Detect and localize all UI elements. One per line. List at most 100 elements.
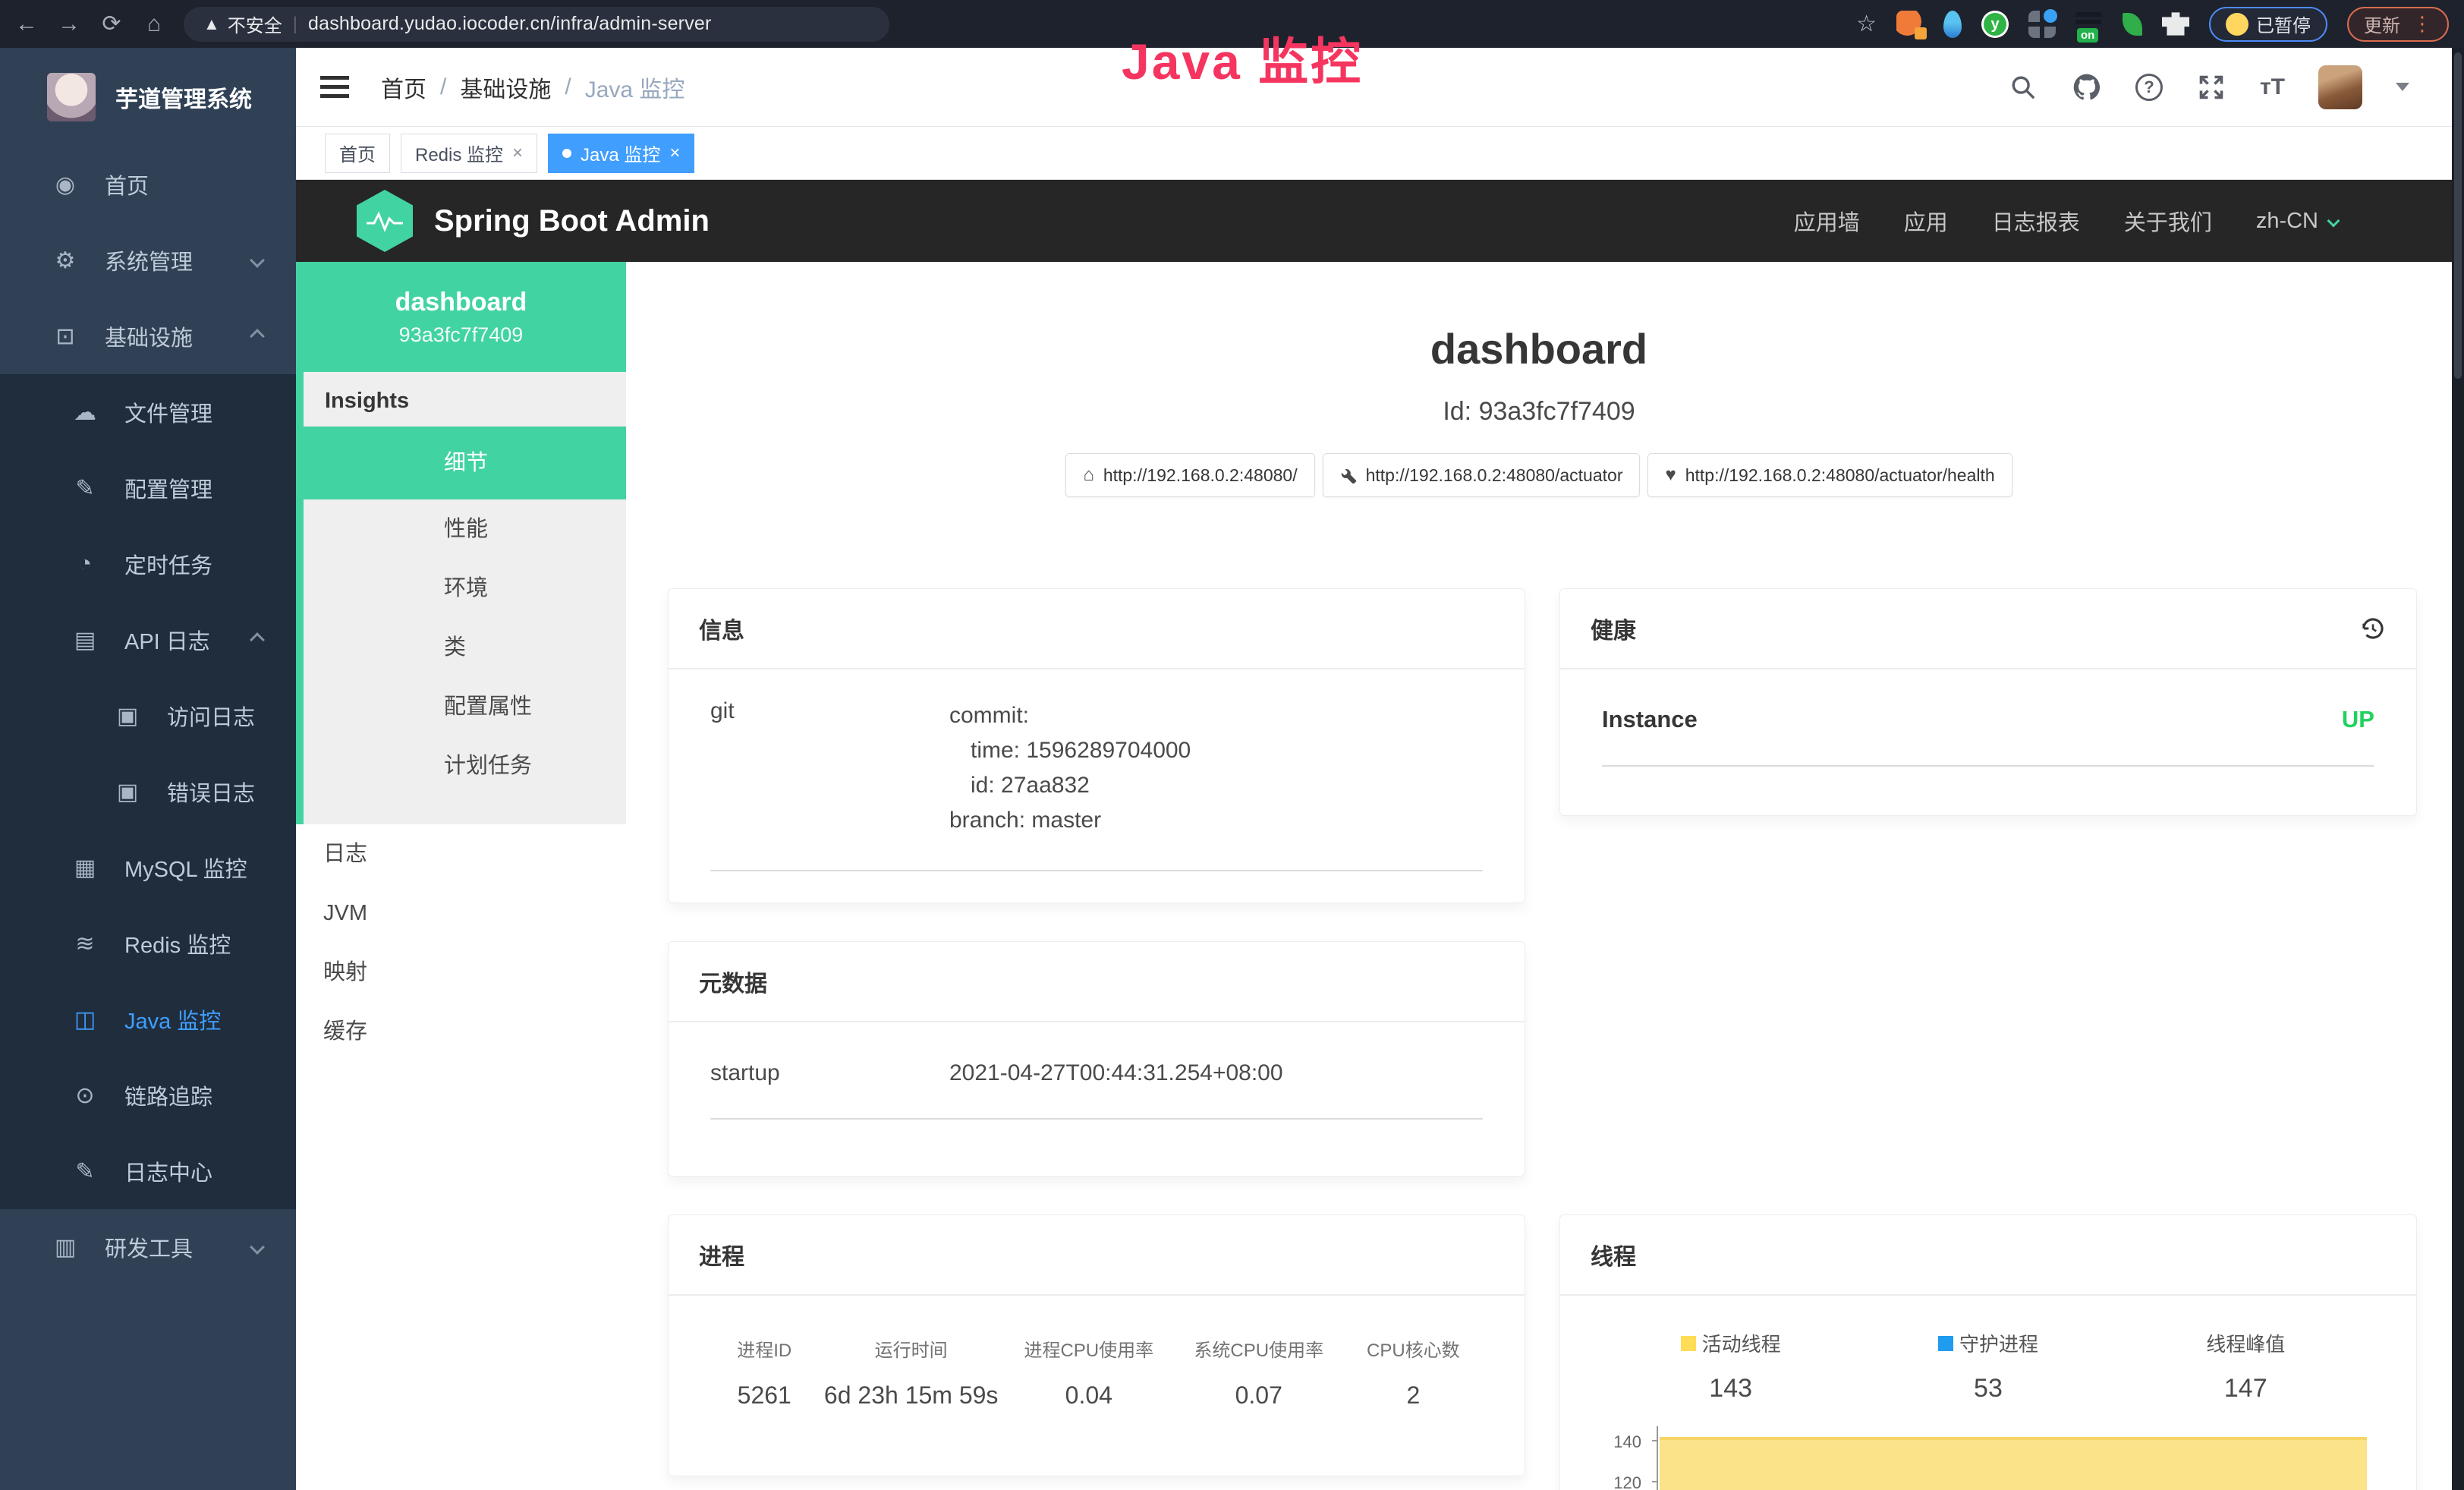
- sidebar-item-log-center[interactable]: ✎ 日志中心: [0, 1133, 296, 1209]
- sidebar-item-file-mgmt[interactable]: ☁ 文件管理: [0, 374, 296, 450]
- sba-nav-environment[interactable]: 环境: [304, 559, 626, 618]
- timer-icon: ◔: [71, 551, 99, 577]
- scrollbar-thumb[interactable]: [2454, 52, 2462, 379]
- sba-nav-logs[interactable]: 日志: [296, 824, 626, 884]
- actuator-url-button[interactable]: http://192.168.0.2:48080/actuator: [1323, 453, 1641, 497]
- sba-nav-jvm[interactable]: JVM: [296, 884, 626, 943]
- bookmark-star-icon[interactable]: ☆: [1856, 11, 1877, 37]
- metadata-card-title: 元数据: [699, 965, 767, 998]
- health-url-button[interactable]: ♥ http://192.168.0.2:48080/actuator/heal…: [1647, 453, 2012, 497]
- tag-close-icon[interactable]: ×: [512, 143, 523, 164]
- gear-icon: ⚙: [52, 247, 79, 274]
- sidebar-item-redis-monitor[interactable]: ≋ Redis 监控: [0, 906, 296, 981]
- sidebar-item-label: 配置管理: [124, 472, 212, 504]
- browser-scrollbar[interactable]: [2452, 48, 2464, 1490]
- fullscreen-icon[interactable]: [2196, 72, 2226, 102]
- legend-live-threads: 活动线程 143: [1602, 1329, 1859, 1403]
- sba-nav-mappings[interactable]: 映射: [296, 943, 626, 1002]
- sba-menu-wallboard[interactable]: 应用墙: [1794, 205, 1860, 237]
- app-logo-row[interactable]: 芋道管理系统: [0, 48, 296, 146]
- actuator-url: http://192.168.0.2:48080/actuator: [1366, 465, 1623, 486]
- sidebar-item-config-mgmt[interactable]: ✎ 配置管理: [0, 450, 296, 526]
- page-url[interactable]: dashboard.yudao.iocoder.cn/infra/admin-s…: [308, 13, 712, 35]
- breadcrumb-home[interactable]: 首页: [381, 71, 426, 104]
- chevron-up-icon: [250, 329, 265, 344]
- sba-nav-caches[interactable]: 缓存: [296, 1002, 626, 1061]
- browser-forward-icon[interactable]: →: [53, 11, 85, 37]
- tag-java-monitor[interactable]: Java 监控 ×: [548, 134, 694, 173]
- sba-brand-title[interactable]: Spring Boot Admin: [434, 204, 710, 238]
- legend-label: 守护进程: [1959, 1329, 2038, 1357]
- sidebar-toggle-icon[interactable]: [320, 76, 349, 99]
- browser-home-icon[interactable]: ⌂: [138, 11, 170, 37]
- sidebar-item-home[interactable]: ◉ 首页: [0, 146, 296, 222]
- process-header: 系统CPU使用率: [1174, 1335, 1344, 1362]
- heartbeat-icon: ♥: [1665, 465, 1676, 486]
- sba-instance-id: 93a3fc7f7409: [399, 323, 524, 347]
- extension-icon-leaf[interactable]: [2123, 13, 2142, 36]
- user-avatar[interactable]: [2318, 65, 2362, 109]
- chevron-down-icon: [250, 1240, 265, 1255]
- database-icon: ▦: [71, 855, 99, 881]
- service-url-button[interactable]: ⌂ http://192.168.0.2:48080/: [1065, 453, 1314, 497]
- browser-update-button[interactable]: 更新 ⋮: [2347, 7, 2449, 42]
- tag-close-icon[interactable]: ×: [669, 143, 680, 164]
- sba-menu-journal[interactable]: 日志报表: [1992, 205, 2080, 237]
- process-header: 进程CPU使用率: [1004, 1335, 1174, 1362]
- sba-menu-about[interactable]: 关于我们: [2124, 205, 2212, 237]
- address-bar[interactable]: ▲ 不安全 | dashboard.yudao.iocoder.cn/infra…: [184, 7, 889, 42]
- sba-nav-classes[interactable]: 类: [304, 618, 626, 677]
- sidebar-item-access-logs[interactable]: ▣ 访问日志: [0, 678, 296, 754]
- instance-id-line: Id: 93a3fc7f7409: [626, 397, 2452, 427]
- sba-nav-scheduled-tasks[interactable]: 计划任务: [304, 736, 626, 795]
- github-icon[interactable]: [2072, 72, 2102, 102]
- font-size-icon[interactable]: тT: [2260, 74, 2285, 100]
- sba-nav-details[interactable]: 细节: [296, 427, 626, 499]
- browser-back-icon[interactable]: ←: [11, 11, 42, 37]
- legend-swatch-live: [1681, 1336, 1696, 1351]
- user-menu-caret-icon[interactable]: [2396, 83, 2409, 91]
- extension-icon-grid[interactable]: [2028, 11, 2056, 38]
- sidebar-item-api-logs[interactable]: ▤ API 日志: [0, 602, 296, 678]
- threads-card-title: 线程: [1591, 1238, 1636, 1271]
- process-col-cores: CPU核心数 2: [1344, 1335, 1483, 1410]
- search-icon[interactable]: [2008, 72, 2038, 102]
- log-icon: ▣: [114, 703, 141, 729]
- tag-home[interactable]: 首页: [325, 134, 390, 173]
- sba-nav-metrics[interactable]: 性能: [304, 499, 626, 559]
- browser-menu-dots-icon[interactable]: ⋮: [2412, 12, 2432, 36]
- process-header: 运行时间: [819, 1335, 1004, 1362]
- breadcrumb-infrastructure[interactable]: 基础设施: [460, 71, 551, 104]
- process-card-title: 进程: [699, 1238, 744, 1271]
- sidebar-item-label: 错误日志: [167, 776, 255, 808]
- sidebar-item-scheduled-tasks[interactable]: ◔ 定时任务: [0, 526, 296, 602]
- extension-icon-y[interactable]: [1981, 11, 2009, 38]
- browser-reload-icon[interactable]: ⟳: [96, 11, 127, 37]
- sba-instance-header[interactable]: dashboard 93a3fc7f7409: [296, 262, 626, 372]
- sidebar-item-tracing[interactable]: ⊙ 链路追踪: [0, 1057, 296, 1133]
- layers-icon: ≋: [71, 931, 99, 957]
- tag-redis-monitor[interactable]: Redis 监控 ×: [401, 134, 537, 173]
- extensions-puzzle-icon[interactable]: [2162, 11, 2189, 38]
- sidebar-item-system-mgmt[interactable]: ⚙ 系统管理: [0, 222, 296, 298]
- app-sidebar: 芋道管理系统 ◉ 首页 ⚙ 系统管理 ⊡ 基础设施 ☁ 文件管理 ✎ 配置管理: [0, 48, 296, 1490]
- extension-icon-pin[interactable]: [1943, 11, 1962, 38]
- help-icon[interactable]: ?: [2135, 74, 2163, 101]
- health-card: 健康 Instance UP: [1559, 588, 2417, 816]
- sba-locale-selector[interactable]: zh-CN: [2256, 209, 2338, 234]
- sidebar-item-error-logs[interactable]: ▣ 错误日志: [0, 754, 296, 830]
- sidebar-item-mysql-monitor[interactable]: ▦ MySQL 监控: [0, 830, 296, 906]
- extension-icon-on-switch[interactable]: [2075, 11, 2103, 38]
- history-icon[interactable]: [2360, 616, 2386, 641]
- sba-insights-group: Insights 细节 性能 环境 类 配置属性 计划任务: [296, 372, 626, 824]
- profile-paused-badge[interactable]: 已暂停: [2209, 7, 2327, 42]
- sidebar-item-java-monitor[interactable]: ◫ Java 监控: [0, 981, 296, 1057]
- sba-menu-applications[interactable]: 应用: [1904, 205, 1948, 237]
- sidebar-item-infrastructure[interactable]: ⊡ 基础设施: [0, 298, 296, 374]
- infrastructure-submenu: ☁ 文件管理 ✎ 配置管理 ◔ 定时任务 ▤ API 日志 ▣ 访问日志 ▣: [0, 374, 296, 1209]
- extension-icon-orange[interactable]: [1896, 11, 1924, 38]
- sidebar-item-dev-tools[interactable]: ▥ 研发工具: [0, 1209, 296, 1285]
- sidebar-item-label: MySQL 监控: [124, 852, 247, 884]
- security-label[interactable]: 不安全: [228, 11, 282, 37]
- sba-nav-config-props[interactable]: 配置属性: [304, 677, 626, 736]
